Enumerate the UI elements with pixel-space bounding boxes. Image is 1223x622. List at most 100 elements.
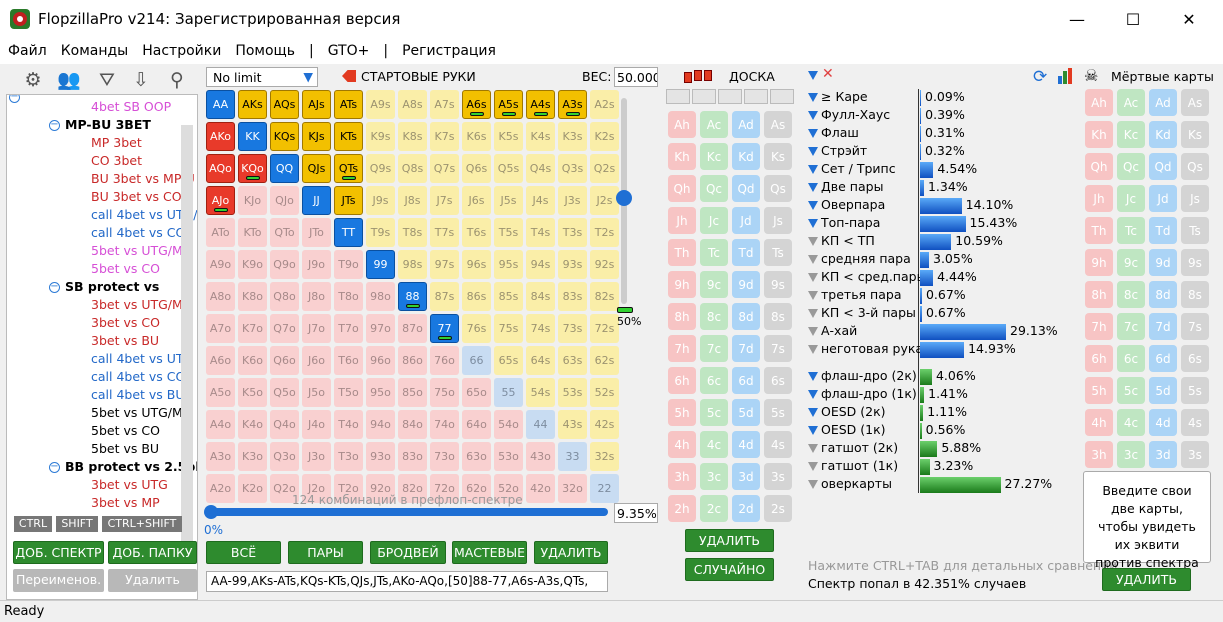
card[interactable]: 7h	[668, 335, 696, 362]
filter-icon[interactable]	[808, 147, 818, 156]
hand-cell[interactable]: 93o	[366, 442, 395, 471]
close-button[interactable]: ✕	[1166, 4, 1212, 34]
hand-cell[interactable]: 72s	[590, 314, 619, 343]
hand-cell[interactable]: A8s	[398, 90, 427, 119]
hand-cell[interactable]: J2s	[590, 186, 619, 215]
card[interactable]: Ah	[668, 111, 696, 138]
card[interactable]: 2d	[732, 495, 760, 522]
hand-cell[interactable]: 43o	[526, 442, 555, 471]
filter-icon[interactable]	[808, 480, 818, 489]
card[interactable]: 7s	[764, 335, 792, 362]
stat-row[interactable]: Фулл-Хаус	[808, 107, 890, 125]
hand-cell[interactable]: 96s	[462, 250, 491, 279]
dead-delete-button[interactable]: УДАЛИТЬ	[1102, 568, 1191, 591]
range-text-input[interactable]: AA-99,AKs-ATs,KQs-KTs,QJs,JTs,AKo-AQo,[5…	[206, 571, 608, 592]
tree-item[interactable]: call 4bet vs CO	[91, 225, 185, 240]
hand-cell[interactable]: 65s	[494, 346, 523, 375]
hand-cell[interactable]: QTs	[334, 154, 363, 183]
hand-cell[interactable]: 77	[430, 314, 459, 343]
card[interactable]: Jd	[1149, 185, 1177, 212]
tree-item[interactable]: 5bet vs UTG/MP	[91, 243, 190, 258]
tree-item[interactable]: 4bet SB OOP	[91, 99, 171, 114]
hand-cell[interactable]: A2s	[590, 90, 619, 119]
filter-icon[interactable]	[808, 291, 818, 300]
card[interactable]: 7d	[732, 335, 760, 362]
card[interactable]: 4h	[1085, 409, 1113, 436]
stat-row[interactable]: КП < ТП	[808, 233, 875, 251]
hand-cell[interactable]: K5o	[238, 378, 267, 407]
hand-cell[interactable]: T2s	[590, 218, 619, 247]
hand-cell[interactable]: 63s	[558, 346, 587, 375]
card[interactable]: Qd	[732, 175, 760, 202]
card[interactable]: Qc	[700, 175, 728, 202]
hand-cell[interactable]: 54o	[494, 410, 523, 439]
hand-cell[interactable]: 83s	[558, 282, 587, 311]
card[interactable]: Tc	[1117, 217, 1145, 244]
hand-cell[interactable]: K3s	[558, 122, 587, 151]
card[interactable]: 9c	[1117, 249, 1145, 276]
tree-scrollbar[interactable]	[181, 125, 193, 545]
hand-cell[interactable]: 64s	[526, 346, 555, 375]
tree-item[interactable]: CO 3bet	[91, 153, 142, 168]
filter-icon[interactable]	[808, 444, 818, 453]
hand-cell[interactable]: T5o	[334, 378, 363, 407]
card[interactable]: 5d	[1149, 377, 1177, 404]
hand-cell[interactable]: 92s	[590, 250, 619, 279]
hand-cell[interactable]: 84s	[526, 282, 555, 311]
hand-cell[interactable]: 86s	[462, 282, 491, 311]
collapse-icon[interactable]: −	[49, 462, 60, 473]
card[interactable]: Ts	[1181, 217, 1209, 244]
maximize-button[interactable]: ☐	[1110, 4, 1156, 34]
card[interactable]: 5d	[732, 399, 760, 426]
tree-item[interactable]: SB protect vs	[65, 279, 159, 294]
tree-item[interactable]: 3bet vs CO	[91, 315, 160, 330]
hand-cell[interactable]: AA	[206, 90, 235, 119]
stat-row[interactable]: OESD (2к)	[808, 404, 886, 422]
tree-item[interactable]: 5bet vs CO	[91, 261, 160, 276]
range-button[interactable]: ВСЁ	[206, 541, 281, 564]
hand-cell[interactable]: Q6o	[270, 346, 299, 375]
hand-cell[interactable]: K2s	[590, 122, 619, 151]
hand-cell[interactable]: TT	[334, 218, 363, 247]
board-slot[interactable]	[744, 89, 768, 104]
tree-item[interactable]: BB protect vs 2.5bb	[65, 459, 197, 474]
card[interactable]: Ah	[1085, 89, 1113, 116]
hand-cell[interactable]: A6s	[462, 90, 491, 119]
hand-cell[interactable]: A7o	[206, 314, 235, 343]
hand-cell[interactable]: A4o	[206, 410, 235, 439]
filter-icon[interactable]	[808, 309, 818, 318]
card[interactable]: Kd	[732, 143, 760, 170]
filter-icon[interactable]	[808, 129, 818, 138]
hand-cell[interactable]: 33	[558, 442, 587, 471]
menu-item[interactable]: GTO+	[328, 43, 370, 59]
hand-cell[interactable]: Q7s	[430, 154, 459, 183]
filter-icon[interactable]	[808, 237, 818, 246]
hand-cell[interactable]: KQo	[238, 154, 267, 183]
stat-row[interactable]: КП < сред.пары	[808, 269, 926, 287]
range-progress-bar[interactable]	[206, 508, 608, 516]
card[interactable]: 5h	[1085, 377, 1113, 404]
board-slot[interactable]	[692, 89, 716, 104]
stat-row[interactable]: неготовая рука	[808, 341, 923, 359]
tree-item[interactable]: 5bet vs UTG/MP	[91, 405, 190, 420]
hand-cell[interactable]: Q4o	[270, 410, 299, 439]
card[interactable]: Td	[732, 239, 760, 266]
tree-item[interactable]: MP-BU 3BET	[65, 117, 151, 132]
hand-cell[interactable]: A5o	[206, 378, 235, 407]
hand-cell[interactable]: A2o	[206, 474, 235, 503]
card[interactable]: 7c	[700, 335, 728, 362]
card[interactable]: 8c	[1117, 281, 1145, 308]
tree-item[interactable]: 3bet vs BU	[91, 333, 159, 348]
stat-row[interactable]: флаш-дро (2к)	[808, 368, 917, 386]
hand-cell[interactable]: 75s	[494, 314, 523, 343]
menu-item[interactable]: Помощь	[235, 43, 295, 59]
hand-cell[interactable]: ATo	[206, 218, 235, 247]
hand-cell[interactable]: AKo	[206, 122, 235, 151]
modifier-tab[interactable]: CTRL+SHIFT	[102, 516, 182, 532]
card[interactable]: 6s	[1181, 345, 1209, 372]
card[interactable]: 4s	[1181, 409, 1209, 436]
hand-cell[interactable]: T3o	[334, 442, 363, 471]
hand-cell[interactable]: 74s	[526, 314, 555, 343]
tree-item[interactable]: BU 3bet vs CO	[91, 189, 182, 204]
card[interactable]: 8s	[764, 303, 792, 330]
